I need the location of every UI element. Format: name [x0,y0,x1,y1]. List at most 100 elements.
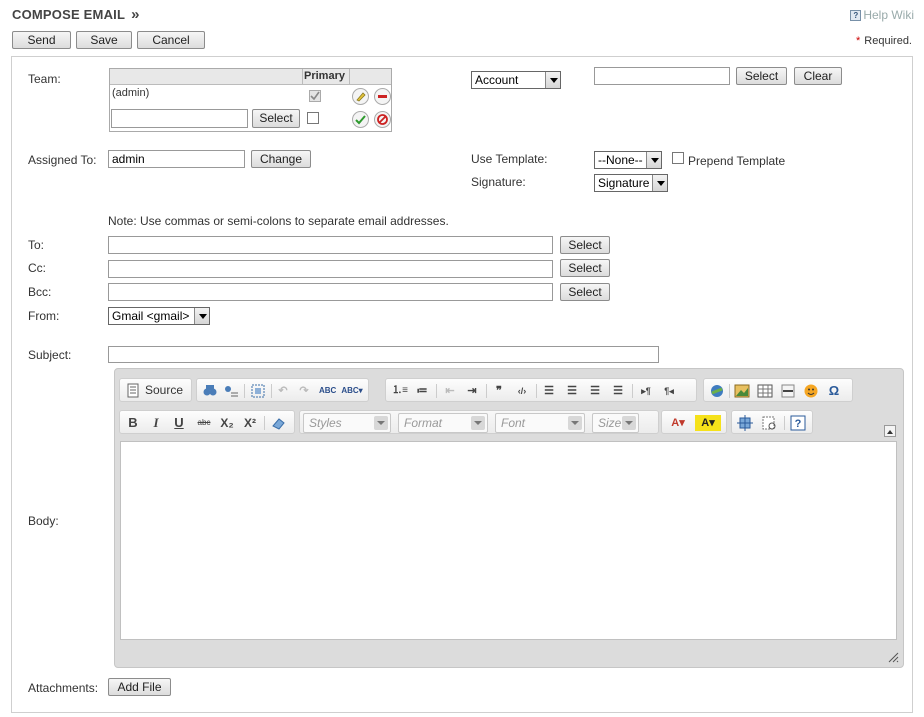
align-justify-icon[interactable]: ☰ [610,383,626,399]
align-right-icon[interactable]: ☰ [587,383,603,399]
signature-value: Signature [598,176,650,190]
paragraph-group: ⒈≡ ≔ ⇤ ⇥ ❞ ‹/› ☰ ☰ ☰ ☰ ▸¶ ¶◂ [385,378,697,402]
eraser-icon[interactable] [270,415,286,431]
horizontal-rule-icon[interactable] [780,383,796,399]
underline-icon[interactable]: U [171,415,187,431]
select-all-icon[interactable] [250,383,266,399]
team-new-primary-checkbox[interactable] [307,112,319,124]
parent-type-select[interactable]: Account [471,71,561,89]
basic-styles-group: B I U abc X₂ X² [119,410,295,434]
svg-text:?: ? [795,418,802,430]
confirm-team-icon[interactable] [352,111,369,128]
signature-label: Signature: [471,175,526,189]
signature-select[interactable]: Signature [594,174,668,192]
text-color-icon[interactable]: A▾ [666,415,690,431]
required-star: * [856,35,861,47]
blockquote-icon[interactable]: ❞ [491,383,507,399]
cc-input[interactable] [108,260,553,278]
template-select[interactable]: --None-- [594,151,662,169]
source-button[interactable]: Source [145,383,183,397]
rich-text-editor: Source ↶ ↷ ABC ABC▾ ⒈≡ ≔ ⇤ ⇥ ❞ ‹/› ☰ ☰ ☰ [114,368,904,668]
size-combo[interactable]: Size [592,413,639,433]
subscript-icon[interactable]: X₂ [219,415,235,431]
page-title-text: COMPOSE EMAIL [12,7,126,22]
help-wiki-link[interactable]: ? Help Wiki [850,8,914,22]
bcc-input[interactable] [108,283,553,301]
from-label: From: [28,309,60,323]
maximize-icon[interactable] [737,415,753,431]
to-input[interactable] [108,236,553,254]
parent-type-value: Account [475,73,519,87]
dropdown-arrow-icon [194,308,209,324]
smiley-icon[interactable] [803,383,819,399]
from-select[interactable]: Gmail <gmail> [108,307,210,325]
subject-input[interactable] [108,346,659,363]
bold-icon[interactable]: B [125,415,141,431]
spellcheck-icon[interactable]: ABC [319,383,336,399]
remove-team-icon[interactable] [374,88,391,105]
font-combo[interactable]: Font [495,413,585,433]
cancel-team-icon[interactable] [374,111,391,128]
replace-icon[interactable] [223,383,239,399]
link-globe-icon[interactable] [709,383,725,399]
cc-select-button[interactable]: Select [560,259,610,277]
team-primary-checkbox[interactable] [309,90,321,102]
image-icon[interactable] [734,383,750,399]
scayt-abc-label: ABC [341,386,359,395]
table-icon[interactable] [757,383,773,399]
superscript-icon[interactable]: X² [242,415,258,431]
strikethrough-icon[interactable]: abc [194,415,214,431]
team-new-input[interactable] [111,109,248,128]
body-edit-area[interactable] [120,441,897,640]
save-button[interactable]: Save [76,31,132,49]
div-container-icon[interactable]: ‹/› [514,383,530,399]
from-value: Gmail <gmail> [112,309,190,323]
edit-team-icon[interactable] [352,88,369,105]
team-select-button[interactable]: Select [252,109,300,128]
styles-combo[interactable]: Styles [303,413,391,433]
chevron-down-icon [568,416,582,430]
special-char-icon[interactable]: Ω [826,383,842,399]
italic-icon[interactable]: I [148,415,164,431]
rtl-icon[interactable]: ¶◂ [661,383,677,399]
redo-icon[interactable]: ↷ [296,383,312,399]
assigned-to-input[interactable]: admin [108,150,245,168]
team-row-value: (admin) [112,87,150,99]
bcc-label: Bcc: [28,285,52,299]
resize-handle-icon[interactable] [887,651,899,663]
to-select-button[interactable]: Select [560,236,610,254]
undo-icon[interactable]: ↶ [275,383,291,399]
background-color-icon[interactable]: A▾ [695,415,721,431]
collapse-toolbar-icon[interactable] [884,425,896,437]
align-center-icon[interactable]: ☰ [564,383,580,399]
show-blocks-icon[interactable] [761,415,777,431]
subject-label: Subject: [28,348,72,362]
help-about-icon[interactable]: ? [790,415,806,431]
team-table-header: Primary [110,69,391,85]
numbered-list-icon[interactable]: ⒈≡ [392,383,408,399]
add-file-button[interactable]: Add File [108,678,171,696]
source-icon[interactable] [125,383,141,399]
change-assigned-button[interactable]: Change [251,150,311,168]
dropdown-arrow-icon [646,152,661,168]
ltr-icon[interactable]: ▸¶ [638,383,654,399]
prepend-template-label: Prepend Template [688,154,786,168]
compose-form-panel: Team: Primary (admin) Select Account Sel… [11,56,913,713]
bulleted-list-icon[interactable]: ≔ [414,383,430,399]
bcc-select-button[interactable]: Select [560,283,610,301]
indent-icon[interactable]: ⇥ [464,383,480,399]
send-button[interactable]: Send [12,31,71,49]
prepend-template-checkbox[interactable] [672,152,684,164]
cancel-button[interactable]: Cancel [137,31,205,49]
align-left-icon[interactable]: ☰ [541,383,557,399]
outdent-icon[interactable]: ⇤ [442,383,458,399]
parent-clear-button[interactable]: Clear [794,67,842,85]
parent-select-button[interactable]: Select [736,67,787,85]
email-note: Note: Use commas or semi-colons to separ… [108,214,449,228]
template-value: --None-- [598,153,643,167]
find-icon[interactable] [202,383,218,399]
scayt-icon[interactable]: ABC▾ [341,383,363,399]
required-note: * Required. [856,35,912,47]
format-combo[interactable]: Format [398,413,488,433]
parent-name-input[interactable] [594,67,730,85]
